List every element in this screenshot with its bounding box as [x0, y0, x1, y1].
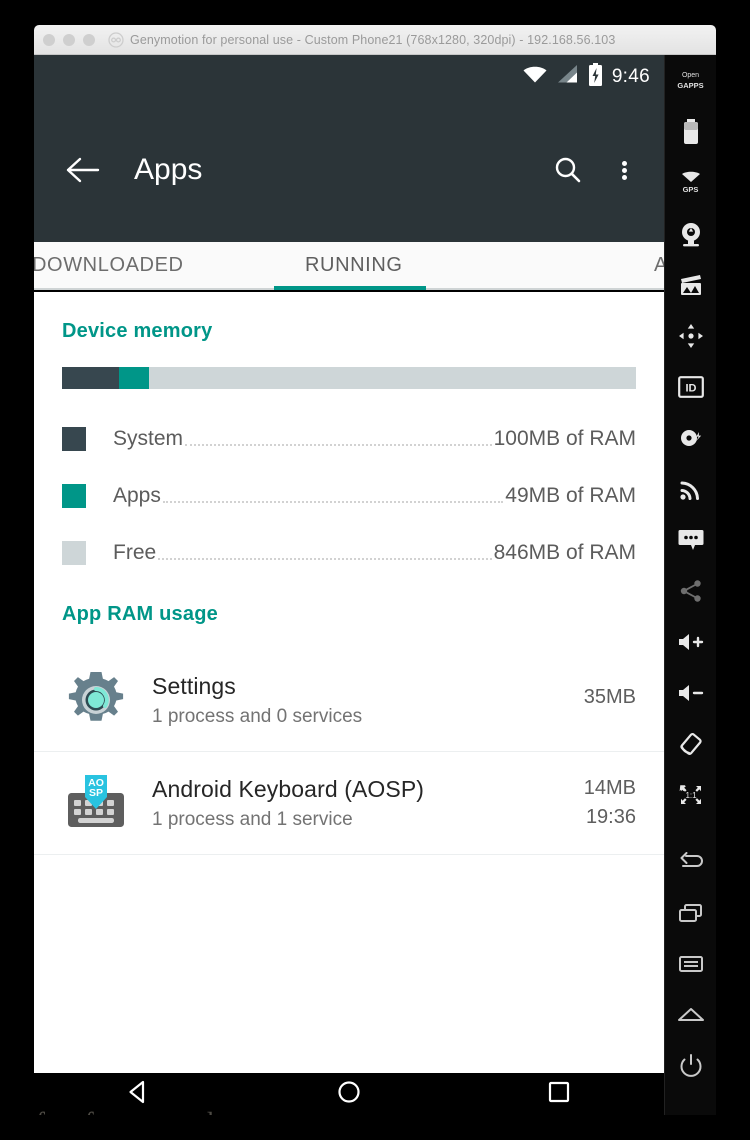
volume-up-icon[interactable]: [665, 616, 717, 667]
app-name: Settings: [152, 672, 236, 699]
page-title: Apps: [134, 153, 203, 186]
system-color-swatch: [62, 426, 86, 451]
legend-row-apps: Apps 49MB of RAM: [62, 467, 636, 524]
volume-down-icon[interactable]: [665, 667, 717, 718]
nav-home-circle-icon[interactable]: [334, 1077, 364, 1112]
tab-downloaded[interactable]: DOWNLOADED: [34, 254, 184, 277]
wifi-icon: [522, 64, 548, 89]
legend-row-system: System 100MB of RAM: [62, 410, 636, 467]
gps-label: GPS: [682, 185, 699, 194]
app-name: Android Keyboard (AOSP): [152, 775, 425, 802]
identifiers-icon[interactable]: ID: [665, 361, 717, 412]
legend-row-free: Free 846MB of RAM: [62, 524, 636, 581]
free-color-swatch: [62, 540, 86, 565]
list-item[interactable]: AO SP Android Keyboard (AOSP) 1 process …: [34, 752, 664, 855]
legend-value: 49MB of RAM: [505, 483, 636, 507]
genymotion-logo-icon: [108, 31, 124, 48]
status-bar-clock: 9:46: [611, 65, 650, 87]
genymotion-window: Genymotion for personal use - Custom Pho…: [34, 25, 716, 1115]
svg-text:SP: SP: [89, 787, 103, 799]
app-size: 35MB: [583, 685, 636, 708]
dpad-icon[interactable]: [665, 310, 717, 361]
list-item-texts: Settings 1 process and 0 services: [152, 673, 584, 728]
app-subtitle: 1 process and 1 service: [152, 808, 353, 830]
device-screen: 9:46 Apps DOWNLOADED RUNNING A Device me…: [34, 55, 664, 1115]
app-time: 19:36: [585, 806, 636, 828]
app-ram-usage-heading: App RAM usage: [62, 603, 218, 625]
tab-selected-indicator: [274, 286, 426, 290]
opengapps-icon[interactable]: Open GAPPS: [665, 55, 717, 106]
settings-gear-icon: [62, 666, 130, 734]
opengapps-label: Open: [681, 71, 700, 79]
camera-icon[interactable]: [665, 208, 717, 259]
cell-signal-icon: [557, 64, 579, 89]
legend-value: 100MB of RAM: [493, 426, 636, 450]
minimize-button[interactable]: [63, 33, 75, 46]
window-titlebar: Genymotion for personal use - Custom Pho…: [34, 25, 716, 55]
opengapps-sublabel: GAPPS: [677, 80, 704, 90]
app-size: 14MB: [583, 777, 636, 799]
gps-icon[interactable]: GPS: [665, 157, 717, 208]
app-subtitle: 1 process and 0 services: [152, 705, 363, 727]
list-item-meta: 35MB: [584, 686, 636, 715]
list-item-meta: 14MB 19:36: [584, 777, 636, 829]
power-icon[interactable]: [665, 1040, 717, 1091]
memory-legend: System 100MB of RAM Apps 49MB of RAM Fre…: [62, 410, 636, 581]
tab-all[interactable]: ALL: [654, 254, 664, 277]
disk-io-icon[interactable]: [665, 412, 717, 463]
share-icon[interactable]: [665, 565, 717, 616]
zoom-button[interactable]: [83, 33, 95, 46]
android-navigation-bar: [34, 1073, 664, 1115]
app-ram-usage-list: Settings 1 process and 0 services 35MB A…: [34, 649, 664, 855]
back-icon[interactable]: [665, 836, 717, 887]
legend-value: 846MB of RAM: [493, 540, 636, 564]
network-icon[interactable]: [665, 463, 717, 514]
leader-line: [158, 557, 492, 560]
legend-label: System: [113, 426, 184, 450]
rotate-icon[interactable]: [665, 718, 717, 769]
window-title: Genymotion for personal use - Custom Pho…: [130, 32, 616, 47]
sms-icon[interactable]: [665, 514, 717, 565]
nav-back-triangle-icon[interactable]: [124, 1077, 154, 1112]
home-icon[interactable]: [665, 989, 717, 1040]
battery-icon[interactable]: [665, 106, 717, 157]
list-item-texts: Android Keyboard (AOSP) 1 process and 1 …: [152, 776, 584, 831]
android-keyboard-aosp-icon: AO SP: [62, 769, 130, 837]
overflow-menu-icon[interactable]: [602, 148, 646, 192]
running-apps-content: Device memory System 100MB of RAM Apps 4…: [34, 292, 664, 1073]
device-memory-heading: Device memory: [62, 320, 213, 342]
app-bar: Apps: [34, 98, 664, 242]
genymotion-toolbar: Open GAPPS GPS ID 1:1: [664, 55, 716, 1115]
leader-line: [185, 443, 492, 446]
back-arrow-icon[interactable]: [60, 147, 106, 193]
memory-segment-system: [62, 367, 120, 389]
fullscreen-1to1-icon[interactable]: 1:1: [665, 769, 717, 820]
memory-segment-apps: [119, 367, 150, 389]
svg-text:1:1: 1:1: [685, 791, 697, 800]
nav-recents-square-icon[interactable]: [544, 1077, 574, 1112]
close-button[interactable]: [43, 33, 55, 46]
apps-color-swatch: [62, 483, 86, 508]
svg-text:ID: ID: [685, 382, 696, 394]
legend-label: Free: [113, 540, 157, 564]
search-icon[interactable]: [546, 148, 590, 192]
device-memory-bar: [62, 367, 636, 389]
tab-running[interactable]: RUNNING: [305, 254, 403, 277]
recents-icon[interactable]: [665, 887, 717, 938]
battery-charging-icon: [588, 62, 603, 91]
leader-line: [162, 500, 504, 503]
list-item[interactable]: Settings 1 process and 0 services 35MB: [34, 649, 664, 752]
legend-label: Apps: [113, 483, 161, 507]
menu-icon[interactable]: [665, 938, 717, 989]
screencast-icon[interactable]: [665, 259, 717, 310]
tab-bar: DOWNLOADED RUNNING ALL: [34, 242, 664, 290]
window-controls: [43, 33, 95, 46]
android-status-bar: 9:46: [34, 55, 664, 98]
